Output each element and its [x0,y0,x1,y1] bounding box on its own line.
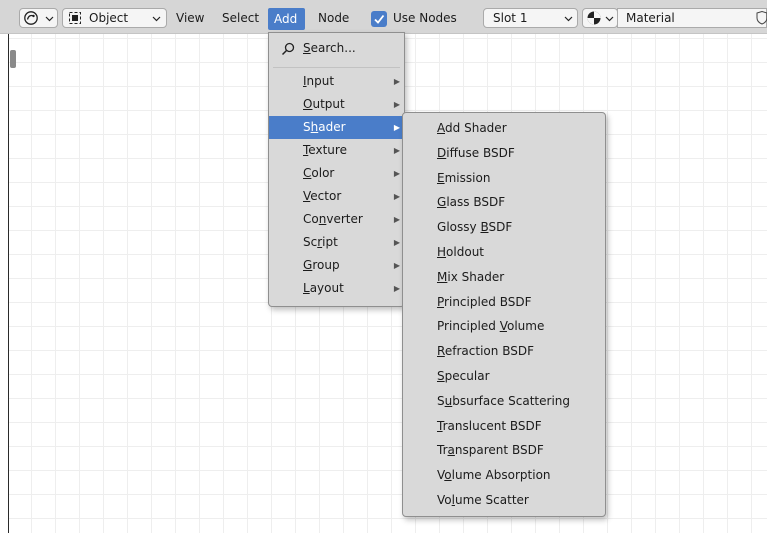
submenu-arrow-icon: ▶ [393,123,400,132]
slot-dropdown[interactable]: Slot 1 [483,8,578,28]
menu-item-search[interactable]: Search... [269,37,404,60]
menu-item-script[interactable]: Script ▶ [269,231,404,254]
menu-item-label: Layout [303,281,344,295]
menu-item-label: Volume Absorption [437,468,551,483]
menu-item-output[interactable]: Output ▶ [269,93,404,116]
menu-item-diffuse-bsdf[interactable]: Diffuse BSDF [403,142,605,165]
search-icon [281,42,295,56]
chevron-down-icon [564,16,573,22]
material-name-field[interactable]: Material [617,8,767,28]
menu-item-holdout[interactable]: Holdout [403,241,605,264]
menu-item-texture[interactable]: Texture ▶ [269,139,404,162]
menu-item-subsurface-scattering[interactable]: Subsurface Scattering [403,390,605,413]
chevron-down-icon [605,16,614,22]
slot-label: Slot 1 [493,11,528,25]
shader-submenu: Add Shader Diffuse BSDF Emission Glass BSDF… [402,112,606,517]
menu-item-vector[interactable]: Vector ▶ [269,185,404,208]
submenu-arrow-icon: ▶ [393,238,400,247]
menu-item-mix-shader[interactable]: Mix Shader [403,266,605,289]
menu-item-color[interactable]: Color ▶ [269,162,404,185]
menu-item-label: Translucent BSDF [437,418,542,433]
submenu-arrow-icon: ▶ [393,192,400,201]
menu-item-label: Transparent BSDF [437,443,544,458]
submenu-arrow-icon: ▶ [393,77,400,86]
menu-item-label: Output [303,97,345,111]
menu-item-group[interactable]: Group ▶ [269,254,404,277]
menu-item-label: Add Shader [437,121,507,135]
menu-item-transparent-bsdf[interactable]: Transparent BSDF [403,439,605,462]
menu-item-translucent-bsdf[interactable]: Translucent BSDF [403,415,605,438]
menu-item-label: Principled Volume [437,319,545,334]
menu-item-label: Holdout [437,245,485,259]
add-menu: Search... Input ▶ Output ▶ Shader ▶ Texture ▶ Co… [268,32,405,307]
toolbar-toggle-tab[interactable] [10,50,16,68]
editor-type-dropdown[interactable] [19,8,58,28]
menu-item-label: Texture [303,143,347,157]
menu-item-principled-volume[interactable]: Principled Volume [403,315,605,338]
menu-add[interactable]: Add [268,8,305,30]
menu-item-principled-bsdf[interactable]: Principled BSDF [403,291,605,314]
fake-user-shield-icon [756,11,767,25]
menu-separator [273,67,400,68]
submenu-arrow-icon: ▶ [393,146,400,155]
menu-select[interactable]: Select [222,9,259,27]
menu-item-shader[interactable]: Shader ▶ [269,116,404,139]
menu-item-label: Group [303,258,340,272]
menu-item-label: Subsurface Scattering [437,393,571,408]
menu-item-label: Shader [303,120,346,134]
submenu-arrow-icon: ▶ [393,284,400,293]
menu-view[interactable]: View [176,9,204,27]
menu-item-label: Refraction BSDF [437,344,534,359]
shader-type-label: Object [89,11,129,25]
material-sphere-icon [587,11,601,25]
region-divider [8,34,9,533]
use-nodes-checkbox[interactable] [371,11,387,27]
object-icon [69,12,81,24]
chevron-down-icon [152,16,161,22]
menu-item-glass-bsdf[interactable]: Glass BSDF [403,191,605,214]
menu-item-label: Volume Scatter [437,493,529,507]
menu-item-specular[interactable]: Specular [403,365,605,388]
checkmark-icon [374,14,385,24]
menu-node[interactable]: Node [318,9,349,27]
submenu-arrow-icon: ▶ [393,169,400,178]
menu-item-label: Principled BSDF [437,294,532,309]
menu-item-label: Glass BSDF [437,195,506,210]
search-label: Search... [303,41,356,55]
menu-item-refraction-bsdf[interactable]: Refraction BSDF [403,340,605,363]
menu-item-label: Specular [437,369,490,383]
menu-item-label: Input [303,74,335,88]
menu-item-emission[interactable]: Emission [403,167,605,190]
menu-item-label: Vector [303,189,342,203]
menu-item-glossy-bsdf[interactable]: Glossy BSDF [403,216,605,239]
node-editor-icon [24,11,38,25]
shader-type-dropdown[interactable]: Object [62,8,167,28]
use-nodes-label[interactable]: Use Nodes [393,9,457,27]
submenu-arrow-icon: ▶ [393,215,400,224]
menu-item-converter[interactable]: Converter ▶ [269,208,404,231]
menu-item-label: Diffuse BSDF [437,145,515,160]
menu-item-label: Converter [303,212,363,226]
menu-item-label: Script [303,235,338,249]
material-browse-dropdown[interactable] [582,8,618,28]
submenu-arrow-icon: ▶ [393,261,400,270]
menu-item-add-shader[interactable]: Add Shader [403,117,605,140]
menu-item-label: Mix Shader [437,269,505,284]
node-editor-header: Object View Select Add Node Use Nodes Sl… [0,0,767,34]
chevron-down-icon [45,16,54,22]
menu-item-layout[interactable]: Layout ▶ [269,277,404,300]
menu-item-input[interactable]: Input ▶ [269,70,404,93]
menu-item-volume-absorption[interactable]: Volume Absorption [403,464,605,487]
submenu-arrow-icon: ▶ [393,100,400,109]
material-name-label: Material [626,11,675,25]
menu-item-volume-scatter[interactable]: Volume Scatter [403,489,605,512]
menu-item-label: Glossy BSDF [437,220,513,235]
menu-item-label: Emission [437,170,491,185]
menu-item-label: Color [303,166,335,180]
